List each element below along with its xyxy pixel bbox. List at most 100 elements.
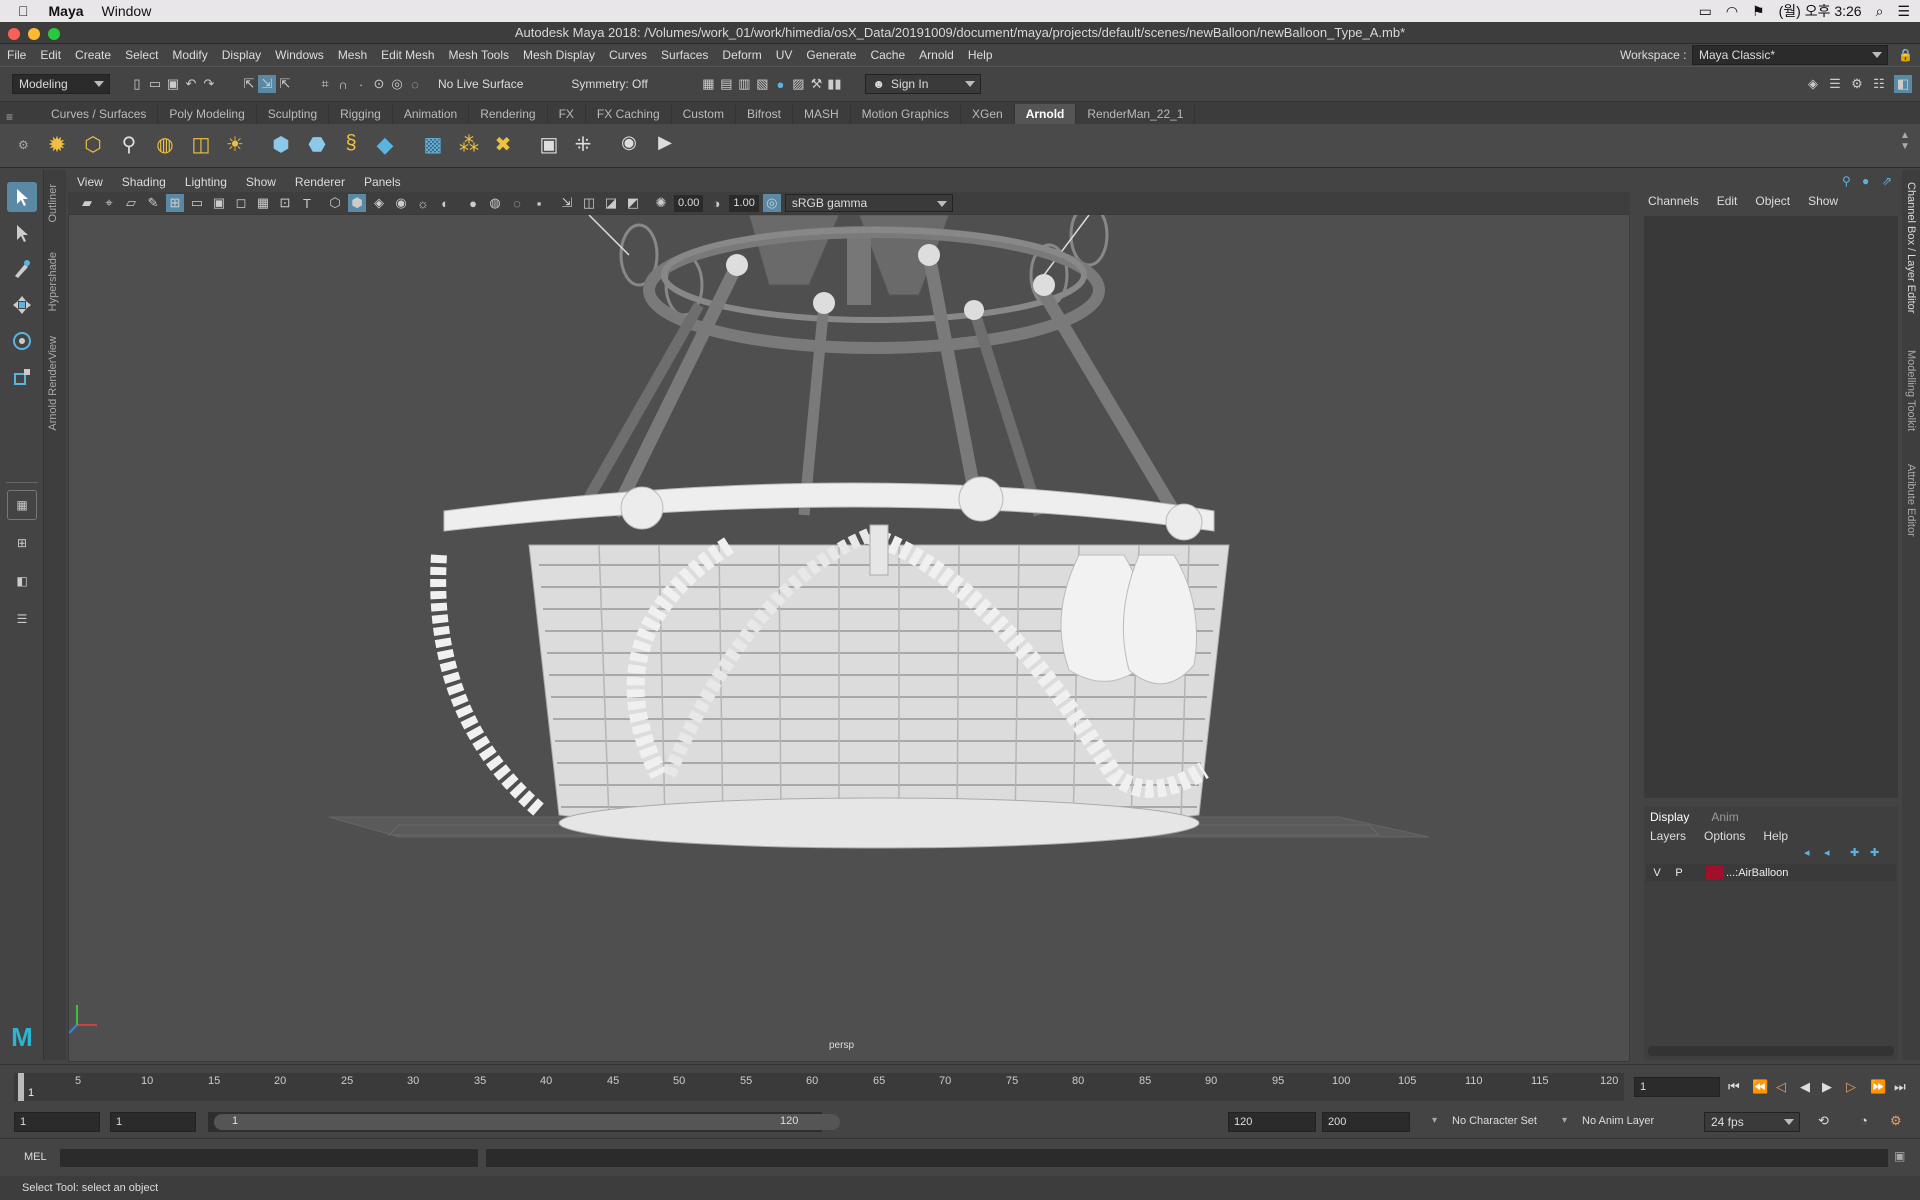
layer-scrollbar[interactable] [1648, 1046, 1894, 1056]
notification-center-icon[interactable]: ☰ [1897, 3, 1910, 20]
tool-settings-icon[interactable]: ⚙ [1848, 75, 1866, 93]
render-view-icon[interactable]: ◉ [616, 132, 642, 158]
shadows-icon[interactable]: ◐ [436, 194, 454, 212]
pause-icon[interactable]: ▮▮ [825, 75, 843, 93]
step-back-frame-icon[interactable]: ◁ [1776, 1079, 1786, 1095]
layer-options-menu[interactable]: Options [1704, 829, 1745, 843]
select-tool-icon[interactable] [7, 182, 37, 212]
animation-start-field[interactable]: 1 [14, 1112, 100, 1132]
channel-box-toggle-icon[interactable]: ⚲ [1842, 174, 1851, 188]
render-current-icon[interactable]: ▤ [717, 75, 735, 93]
field-chart-icon[interactable]: ▦ [254, 194, 272, 212]
menu-modify[interactable]: Modify [165, 48, 214, 62]
shelf-tab-xgen[interactable]: XGen [961, 104, 1015, 124]
export-standin-icon[interactable]: ⬣ [304, 132, 330, 158]
chevron-down-icon[interactable]: ▾ [1562, 1115, 1567, 1126]
depth-of-field-icon[interactable]: ▪ [530, 194, 548, 212]
channel-box-icon[interactable]: ☷ [1870, 75, 1888, 93]
step-forward-frame-icon[interactable]: ▷ [1846, 1079, 1856, 1095]
script-language-label[interactable]: MEL [24, 1151, 47, 1163]
resolution-gate-icon[interactable]: ▣ [210, 194, 228, 212]
channel-box-area[interactable] [1644, 216, 1898, 798]
isolate-select-icon[interactable]: ⇲ [558, 194, 576, 212]
shelf-tab-poly-modeling[interactable]: Poly Modeling [158, 104, 257, 124]
tab-arnold-renderview[interactable]: Arnold RenderView [47, 336, 59, 431]
current-frame-field[interactable]: 1 [1634, 1077, 1720, 1097]
move-layer-up-icon[interactable]: ◂ [1804, 846, 1810, 859]
gate-mask-icon[interactable]: ◻ [232, 194, 250, 212]
exposure-field[interactable]: 0.00 [674, 194, 704, 212]
menu-edit[interactable]: Edit [33, 48, 68, 62]
shelf-settings-icon[interactable]: ⚙ [18, 138, 29, 152]
render-view-icon[interactable]: ▨ [789, 75, 807, 93]
textured-icon[interactable]: ◉ [392, 194, 410, 212]
shelf-scroll-icon[interactable]: ▲ ▼ [1900, 130, 1910, 152]
xray-joints-icon[interactable]: ◪ [602, 194, 620, 212]
channel-object-menu[interactable]: Object [1755, 194, 1790, 208]
chevron-down-icon[interactable]: ▾ [1432, 1115, 1437, 1126]
single-perspective-view-icon[interactable]: ▦ [7, 490, 37, 520]
sign-in-dropdown[interactable]: ☻ Sign In [865, 74, 982, 94]
menu-deform[interactable]: Deform [715, 48, 768, 62]
tab-hypershade[interactable]: Hypershade [47, 252, 59, 311]
layer-tab-anim[interactable]: Anim [1711, 810, 1738, 824]
grid-toggle-icon[interactable]: ⊞ [166, 194, 184, 212]
exposure-icon[interactable]: ✺ [652, 194, 670, 212]
character-set-label[interactable]: No Character Set [1452, 1115, 1537, 1127]
skydome-light-icon[interactable]: ◍ [152, 132, 178, 158]
select-hierarchy-icon[interactable]: ⇱ [240, 75, 258, 93]
menu-generate[interactable]: Generate [799, 48, 863, 62]
colorspace-dropdown[interactable]: sRGB gamma [784, 194, 953, 212]
shelf-tab-curves-surfaces[interactable]: Curves / Surfaces [40, 104, 159, 124]
close-window-button[interactable] [8, 28, 20, 40]
gamma-icon[interactable]: ◑ [707, 194, 725, 212]
layer-name[interactable]: ...:AirBalloon [1726, 867, 1788, 879]
xray-components-icon[interactable]: ◩ [624, 194, 642, 212]
lock-icon[interactable]: 🔒 [1898, 48, 1913, 62]
range-bar[interactable]: 1 120 [208, 1112, 840, 1132]
anim-layer-label[interactable]: No Anim Layer [1582, 1115, 1654, 1127]
modeling-toolkit-icon[interactable]: ◈ [1804, 75, 1822, 93]
menu-edit-mesh[interactable]: Edit Mesh [374, 48, 441, 62]
select-component-icon[interactable]: ⇱ [276, 75, 294, 93]
redo-icon[interactable]: ↷ [200, 75, 218, 93]
clock[interactable]: (월) 오후 3:26 [1779, 1, 1862, 21]
move-tool-icon[interactable] [7, 290, 37, 320]
tx-manager-icon[interactable]: ⁂ [456, 132, 482, 158]
shelf-tab-fx-caching[interactable]: FX Caching [586, 104, 672, 124]
layers-menu[interactable]: Layers [1650, 829, 1686, 843]
volume-icon[interactable]: ◆ [372, 132, 398, 158]
safe-title-icon[interactable]: T [298, 194, 316, 212]
perspective-viewport[interactable]: persp [68, 214, 1630, 1062]
basket-model-render[interactable] [69, 215, 1630, 1062]
command-input[interactable] [60, 1149, 478, 1167]
shelf-tab-sculpting[interactable]: Sculpting [257, 104, 330, 124]
float-panel-icon[interactable]: ⇗ [1882, 174, 1892, 188]
wifi-icon[interactable]: ◠ [1726, 3, 1738, 20]
channel-layer-editor-icon[interactable]: ◧ [1894, 75, 1912, 93]
wireframe-on-shaded-icon[interactable]: ◈ [370, 194, 388, 212]
shelf-tab-bifrost[interactable]: Bifrost [736, 104, 793, 124]
physical-sky-icon[interactable]: ☀ [222, 132, 248, 158]
rotate-tool-icon[interactable] [7, 326, 37, 356]
tab-channel-box-layer-editor[interactable]: Channel Box / Layer Editor [1905, 182, 1917, 313]
light-portal-icon[interactable]: ◫ [188, 132, 214, 158]
flush-texture-cache-icon[interactable]: ▩ [420, 132, 446, 158]
xray-icon[interactable]: ◫ [580, 194, 598, 212]
tab-attribute-editor[interactable]: Attribute Editor [1905, 464, 1917, 537]
shelf-tab-rendering[interactable]: Rendering [469, 104, 548, 124]
menu-arnold[interactable]: Arnold [912, 48, 961, 62]
layer-tab-display[interactable]: Display [1650, 810, 1689, 824]
shelf-tab-arnold[interactable]: Arnold [1014, 104, 1077, 124]
film-gate-icon[interactable]: ▭ [188, 194, 206, 212]
photometric-light-icon[interactable]: ⚲ [116, 132, 142, 158]
flush-all-caches-icon[interactable]: ✖ [490, 132, 516, 158]
new-layer-icon[interactable]: ✚ [1850, 846, 1859, 859]
wireframe-icon[interactable]: ⬡ [326, 194, 344, 212]
mac-menu-app[interactable]: Maya [49, 3, 84, 19]
snap-live-icon[interactable]: ◌ [406, 75, 424, 93]
viewport-menu-show[interactable]: Show [237, 175, 286, 189]
license-manager-icon[interactable]: ⁜ [570, 132, 596, 158]
apple-icon[interactable]:  [18, 3, 29, 19]
layer-visibility-toggle[interactable]: V [1646, 867, 1668, 879]
